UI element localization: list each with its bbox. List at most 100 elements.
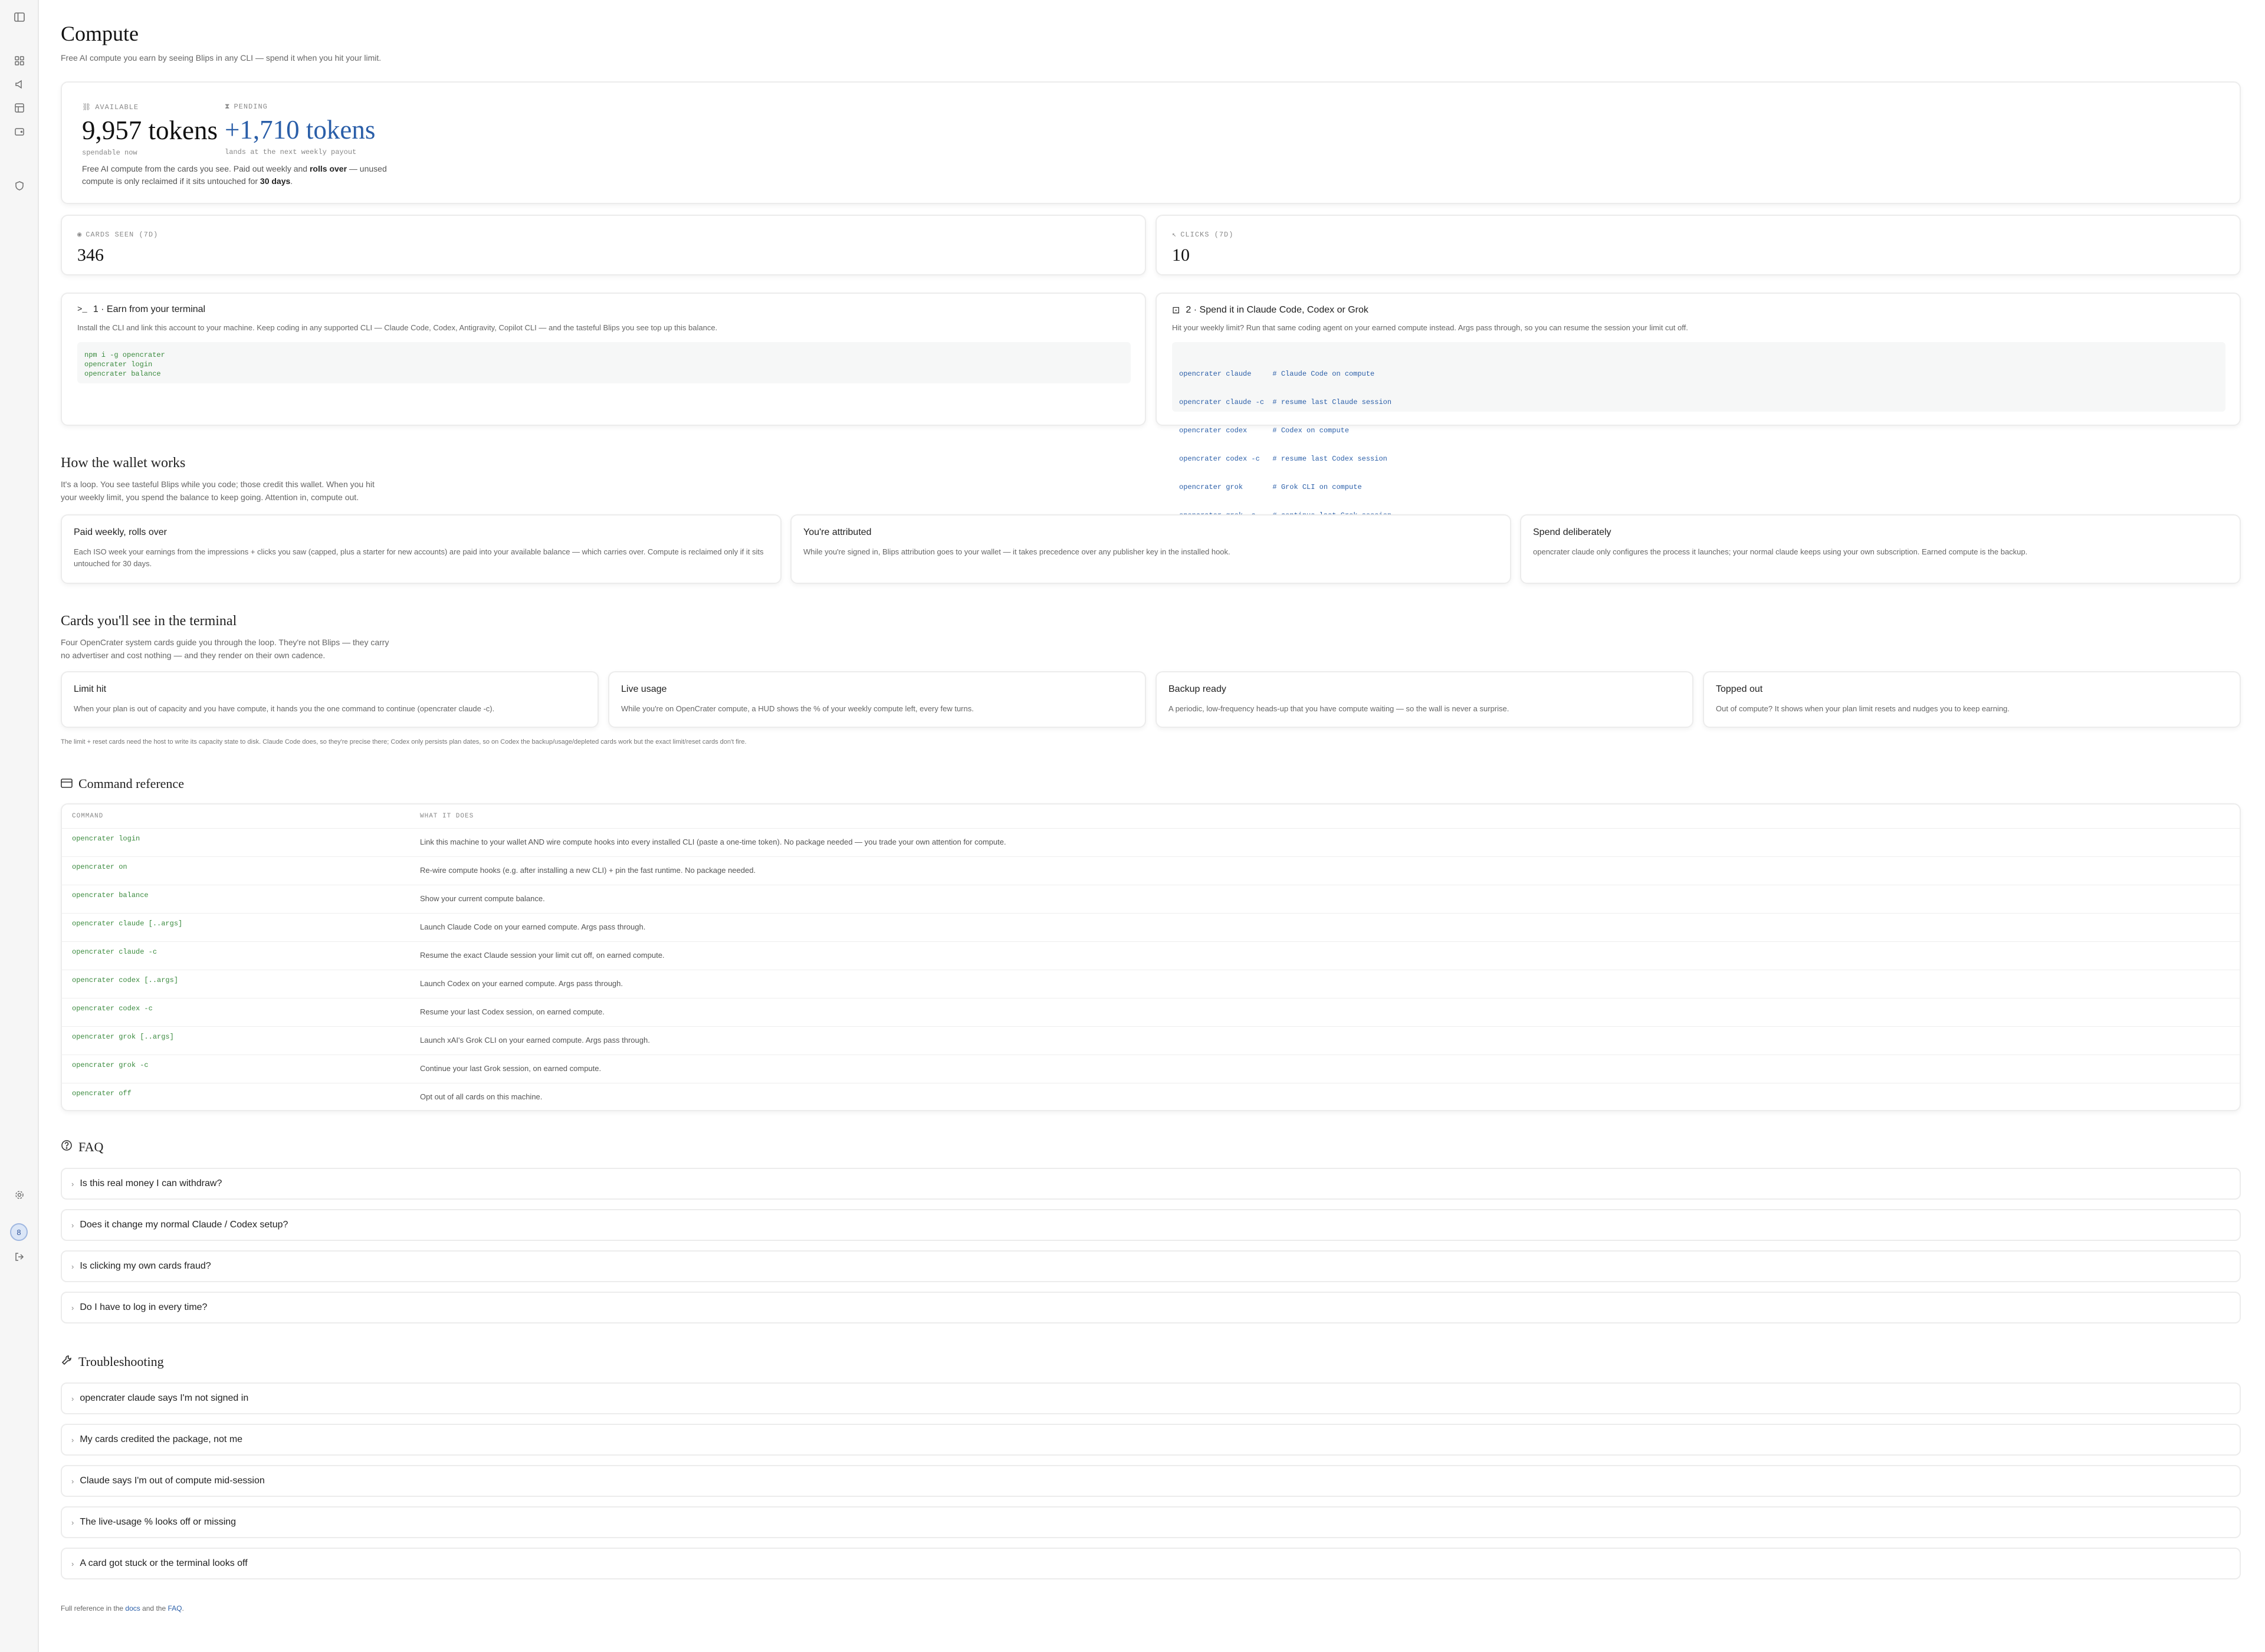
spend-card: ⊡ 2 · Spend it in Claude Code, Codex or …: [1156, 293, 2241, 520]
code-line: opencrater codex -c # resume last Codex …: [1179, 455, 1387, 463]
wallet-section-title: How the wallet works: [61, 455, 186, 471]
grid-icon[interactable]: [12, 53, 27, 68]
terminal-card-body: A periodic, low-frequency heads-up that …: [1168, 704, 1509, 713]
code-line: opencrater codex # Codex on compute: [1179, 426, 1350, 435]
hourglass-icon: ⧗: [225, 103, 231, 111]
table-row: opencrater claude [..args] Launch Claude …: [62, 913, 2240, 941]
troubleshooting-item[interactable]: › Claude says I'm out of compute mid-sess…: [61, 1465, 2241, 1497]
terminal-card-body: When your plan is out of capacity and yo…: [74, 704, 495, 713]
chevron-right-icon: ›: [71, 1394, 74, 1403]
table-row: opencrater grok -c Continue your last Gro…: [62, 1055, 2240, 1083]
credit-card-icon: [61, 776, 73, 791]
desc-cell: Re-wire compute hooks (e.g. after instal…: [420, 866, 756, 875]
gear-icon[interactable]: [12, 1187, 27, 1203]
wrench-icon: [61, 1354, 73, 1369]
pending-block: ⧗ PENDING +1,710 tokens lands at the next…: [225, 103, 375, 156]
shield-icon[interactable]: [12, 178, 27, 193]
code-line: opencrater grok # Grok CLI on compute: [1179, 483, 1362, 491]
troubleshooting-title: Troubleshooting: [61, 1354, 164, 1369]
terminal-card-title: Backup ready: [1168, 684, 1226, 694]
terminal-cards-subtitle: Four OpenCrater system cards guide you t…: [61, 638, 389, 660]
spend-body: Hit your weekly limit? Run that same cod…: [1172, 323, 1688, 332]
faq-item[interactable]: › Is this real money I can withdraw?: [61, 1168, 2241, 1200]
code-line: npm i -g opencrater: [84, 351, 165, 359]
command-cell: opencrater codex -c: [72, 1004, 153, 1013]
cursor-icon: ↖: [1172, 231, 1177, 239]
available-value: 9,957 tokens: [82, 116, 218, 145]
megaphone-icon[interactable]: [12, 77, 27, 92]
command-cell: opencrater on: [72, 863, 127, 871]
available-label: AVAILABLE: [95, 103, 139, 111]
command-cell: opencrater off: [72, 1089, 132, 1098]
chevron-right-icon: ›: [71, 1435, 74, 1444]
wallet-card-body: opencrater claude only configures the pr…: [1533, 547, 2028, 556]
wallet-card-title: Paid weekly, rolls over: [74, 527, 167, 537]
code-line: opencrater claude # Claude Code on compu…: [1179, 370, 1375, 378]
command-cell: opencrater claude -c: [72, 948, 157, 956]
command-reference-title: Command reference: [61, 776, 184, 791]
available-block: ⛓ AVAILABLE 9,957 tokens spendable now: [82, 103, 218, 157]
terminal-card: Live usage While you're on OpenCrater co…: [608, 671, 1146, 728]
desc-cell: Launch xAI's Grok CLI on your earned com…: [420, 1036, 650, 1045]
avatar[interactable]: 8: [10, 1223, 28, 1241]
desc-cell: Show your current compute balance.: [420, 894, 545, 903]
wallet-icon[interactable]: [12, 124, 27, 139]
wallet-card: You're attributed While you're signed in…: [790, 514, 1511, 584]
sidebar-toggle-icon[interactable]: [12, 9, 27, 25]
desc-cell: Resume the exact Claude session your lim…: [420, 951, 665, 960]
logout-icon[interactable]: [12, 1249, 27, 1265]
troubleshooting-item[interactable]: › opencrater claude says I'm not signed i…: [61, 1382, 2241, 1414]
table-row: opencrater codex -c Resume your last Code…: [62, 998, 2240, 1026]
faq-item[interactable]: › Do I have to log in every time?: [61, 1292, 2241, 1323]
terminal-card-title: Topped out: [1716, 684, 1763, 694]
command-cell: opencrater login: [72, 835, 140, 843]
table-row: opencrater codex [..args] Launch Codex on…: [62, 970, 2240, 998]
terminal-icon: >_: [77, 305, 87, 314]
command-cell: opencrater codex [..args]: [72, 976, 179, 984]
desc-cell: Resume your last Codex session, on earne…: [420, 1007, 605, 1016]
clicks-label: CLICKS (7D): [1180, 230, 1234, 239]
wallet-card-title: You're attributed: [803, 527, 872, 537]
terminal-card-body: While you're on OpenCrater compute, a HU…: [621, 704, 974, 713]
troubleshooting-item[interactable]: › A card got stuck or the terminal looks …: [61, 1548, 2241, 1579]
troubleshooting-item[interactable]: › The live-usage % looks off or missing: [61, 1506, 2241, 1538]
wallet-section-subtitle: It's a loop. You see tasteful Blips whil…: [61, 479, 375, 502]
wallet-card: Paid weekly, rolls over Each ISO week yo…: [61, 514, 782, 584]
balance-card: ⛓ AVAILABLE 9,957 tokens spendable now ⧗ P…: [61, 81, 2241, 204]
page-subtitle: Free AI compute you earn by seeing Blips…: [61, 53, 382, 63]
earn-body: Install the CLI and link this account to…: [77, 323, 718, 332]
faq-item[interactable]: › Does it change my normal Claude / Codex…: [61, 1209, 2241, 1241]
pending-label: PENDING: [234, 103, 268, 111]
faq-title: FAQ: [61, 1139, 103, 1155]
table-row: opencrater grok [..args] Launch xAI's Gro…: [62, 1026, 2240, 1055]
chevron-right-icon: ›: [71, 1179, 74, 1188]
question-icon: [61, 1139, 73, 1155]
earn-code-block: npm i -g opencrater opencrater login ope…: [77, 342, 1131, 383]
wallet-card: Spend deliberately opencrater claude onl…: [1520, 514, 2241, 584]
code-line: opencrater balance: [84, 370, 161, 378]
footer-note: Full reference in the docs and the FAQ.: [61, 1604, 184, 1612]
clicks-card: ↖ CLICKS (7D) 10: [1156, 215, 2241, 275]
available-note: spendable now: [82, 149, 137, 157]
earn-card: >_ 1 · Earn from your terminal Install t…: [61, 293, 1146, 426]
page-title: Compute: [61, 22, 139, 45]
terminal-cards-footnote: The limit + reset cards need the host to…: [61, 738, 747, 745]
command-table: COMMAND WHAT IT DOES opencrater login Lin…: [61, 803, 2241, 1111]
faq-item[interactable]: › Is clicking my own cards fraud?: [61, 1250, 2241, 1282]
docs-link[interactable]: docs: [125, 1604, 140, 1612]
desc-cell: Launch Codex on your earned compute. Arg…: [420, 979, 623, 988]
terminal-card-title: Live usage: [621, 684, 667, 694]
table-row: opencrater balance Show your current comp…: [62, 885, 2240, 913]
faq-link[interactable]: FAQ: [168, 1604, 182, 1612]
table-row: opencrater off Opt out of all cards on th…: [62, 1083, 2240, 1110]
terminal-card: Backup ready A periodic, low-frequency h…: [1156, 671, 1693, 728]
chevron-right-icon: ›: [71, 1518, 74, 1527]
command-cell: opencrater grok -c: [72, 1061, 149, 1069]
terminal-card: Limit hit When your plan is out of capac…: [61, 671, 599, 728]
chevron-right-icon: ›: [71, 1559, 74, 1568]
layout-icon[interactable]: [12, 100, 27, 116]
troubleshooting-item[interactable]: › My cards credited the package, not me: [61, 1424, 2241, 1456]
chevron-right-icon: ›: [71, 1303, 74, 1312]
spend-title: 2 · Spend it in Claude Code, Codex or Gr…: [1186, 305, 1368, 315]
command-cell: opencrater grok [..args]: [72, 1033, 174, 1041]
